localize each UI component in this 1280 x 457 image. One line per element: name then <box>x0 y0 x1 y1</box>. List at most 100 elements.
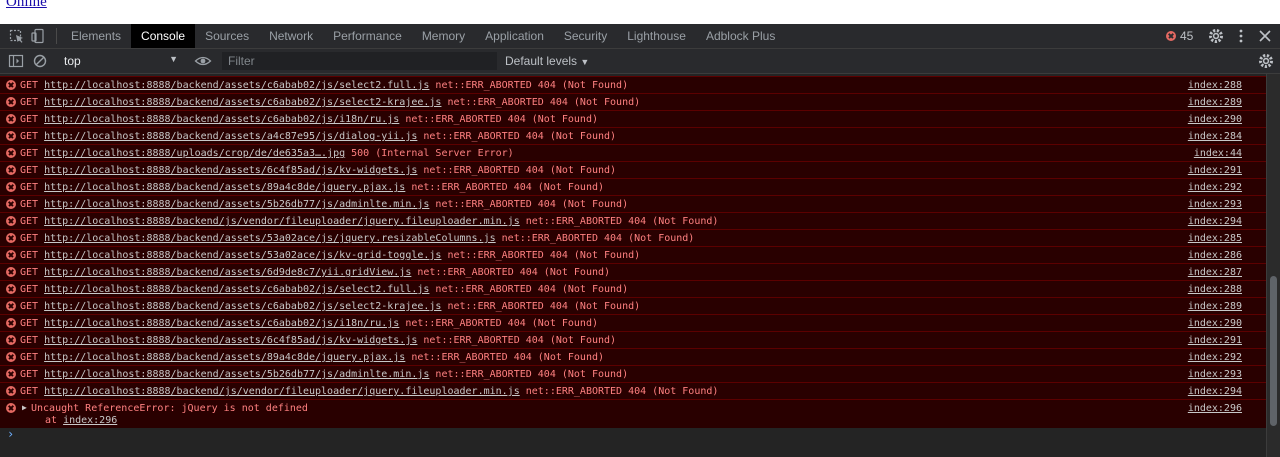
console-error-row: GET http://localhost:8888/backend/assets… <box>0 229 1266 247</box>
settings-gear-icon[interactable] <box>1207 27 1225 45</box>
device-toolbar-icon[interactable] <box>30 27 48 45</box>
request-method: GET <box>20 250 45 261</box>
tab-memory[interactable]: Memory <box>412 24 475 48</box>
uncaught-error-message: Uncaught ReferenceError: jQuery is not d… <box>31 403 308 414</box>
error-icon <box>6 352 16 362</box>
source-link[interactable]: index:294 <box>1188 216 1242 227</box>
request-url-link[interactable]: http://localhost:8888/backend/assets/6d9… <box>44 267 411 278</box>
request-url-link[interactable]: http://localhost:8888/backend/assets/a4c… <box>44 131 417 142</box>
tab-console[interactable]: Console <box>131 24 196 48</box>
source-link[interactable]: index:286 <box>1188 250 1242 261</box>
error-message: GET http://localhost:8888/backend/assets… <box>20 114 598 125</box>
console-error-row: GET http://localhost:8888/backend/assets… <box>0 314 1266 332</box>
stack-at-prefix: at <box>45 415 64 426</box>
request-url-link[interactable]: http://localhost:8888/backend/assets/c6a… <box>44 301 441 312</box>
error-message: GET http://localhost:8888/backend/assets… <box>20 182 604 193</box>
error-count: 45 <box>1180 29 1194 43</box>
error-message: GET http://localhost:8888/backend/js/ven… <box>20 386 718 397</box>
request-status: net::ERR_ABORTED 404 (Not Found) <box>417 131 617 142</box>
log-levels-dropdown[interactable]: Default levels ▼ <box>505 54 589 68</box>
stack-frame-link[interactable]: index:296 <box>63 415 117 426</box>
inspect-element-icon[interactable] <box>8 27 26 45</box>
tab-security[interactable]: Security <box>554 24 617 48</box>
request-url-link[interactable]: http://localhost:8888/uploads/crop/de/de… <box>44 148 345 159</box>
request-url-link[interactable]: http://localhost:8888/backend/assets/53a… <box>44 250 441 261</box>
request-url-link[interactable]: http://localhost:8888/backend/js/vendor/… <box>44 216 520 227</box>
request-status: net::ERR_ABORTED 404 (Not Found) <box>399 114 598 125</box>
source-link[interactable]: index:291 <box>1188 165 1242 176</box>
tab-application[interactable]: Application <box>475 24 554 48</box>
request-url-link[interactable]: http://localhost:8888/backend/assets/53a… <box>44 233 496 244</box>
source-link[interactable]: index:285 <box>1188 233 1242 244</box>
request-url-link[interactable]: http://localhost:8888/backend/assets/c6a… <box>44 80 429 91</box>
source-link[interactable]: index:284 <box>1188 131 1242 142</box>
console-error-row: GET http://localhost:8888/backend/assets… <box>0 195 1266 213</box>
console-prompt[interactable]: › <box>7 427 14 441</box>
source-link[interactable]: index:288 <box>1188 284 1242 295</box>
devtools-tabs: Elements Console Sources Network Perform… <box>61 24 785 48</box>
tab-elements[interactable]: Elements <box>61 24 131 48</box>
console-error-row: GET http://localhost:8888/backend/assets… <box>0 178 1266 196</box>
devtools-panel: Elements Console Sources Network Perform… <box>0 24 1280 457</box>
request-url-link[interactable]: http://localhost:8888/backend/assets/89a… <box>44 352 405 363</box>
source-link[interactable]: index:296 <box>1188 403 1242 414</box>
request-url-link[interactable]: http://localhost:8888/backend/assets/c6a… <box>44 318 399 329</box>
console-error-row: GET http://localhost:8888/backend/assets… <box>0 348 1266 366</box>
source-link[interactable]: index:290 <box>1188 318 1242 329</box>
filter-input[interactable]: Filter <box>222 52 497 70</box>
source-link[interactable]: index:291 <box>1188 335 1242 346</box>
close-icon[interactable] <box>1256 27 1274 45</box>
console-settings-gear-icon[interactable] <box>1257 52 1275 70</box>
request-url-link[interactable]: http://localhost:8888/backend/assets/c6a… <box>44 114 399 125</box>
request-url-link[interactable]: http://localhost:8888/backend/assets/5b2… <box>44 199 429 210</box>
request-url-link[interactable]: http://localhost:8888/backend/js/vendor/… <box>44 386 520 397</box>
source-link[interactable]: index:288 <box>1188 80 1242 91</box>
error-count-badge[interactable]: 45 <box>1166 29 1193 43</box>
console-error-row: GET http://localhost:8888/backend/assets… <box>0 263 1266 281</box>
dropdown-arrow-icon: ▼ <box>169 54 178 64</box>
tab-lighthouse[interactable]: Lighthouse <box>617 24 696 48</box>
error-message: GET http://localhost:8888/backend/assets… <box>20 80 628 91</box>
online-link[interactable]: Online <box>6 0 47 11</box>
request-url-link[interactable]: http://localhost:8888/backend/assets/89a… <box>44 182 405 193</box>
source-link[interactable]: index:292 <box>1188 352 1242 363</box>
more-options-icon[interactable] <box>1232 27 1250 45</box>
console-scrollbar[interactable] <box>1266 74 1280 457</box>
console-error-row: GET http://localhost:8888/backend/assets… <box>0 365 1266 383</box>
tab-performance[interactable]: Performance <box>323 24 412 48</box>
tab-adblock-plus[interactable]: Adblock Plus <box>696 24 785 48</box>
stack-frame: at index:296 <box>45 415 117 426</box>
source-link[interactable]: index:290 <box>1188 114 1242 125</box>
request-url-link[interactable]: http://localhost:8888/backend/assets/c6a… <box>44 284 429 295</box>
source-link[interactable]: index:289 <box>1188 301 1242 312</box>
source-link[interactable]: index:289 <box>1188 97 1242 108</box>
expand-triangle-icon[interactable]: ▶ <box>22 403 27 412</box>
request-status: net::ERR_ABORTED 404 (Not Found) <box>411 267 611 278</box>
clear-console-icon[interactable] <box>31 52 49 70</box>
source-link[interactable]: index:294 <box>1188 386 1242 397</box>
request-url-link[interactable]: http://localhost:8888/backend/assets/5b2… <box>44 369 429 380</box>
request-method: GET <box>20 114 45 125</box>
error-message: GET http://localhost:8888/backend/js/ven… <box>20 216 718 227</box>
request-status: net::ERR_ABORTED 404 (Not Found) <box>417 335 617 346</box>
source-link[interactable]: index:293 <box>1188 369 1242 380</box>
source-link[interactable]: index:44 <box>1194 148 1242 159</box>
scrollbar-thumb[interactable] <box>1270 276 1277 426</box>
error-icon <box>6 80 16 90</box>
error-icon <box>6 318 16 328</box>
source-link[interactable]: index:293 <box>1188 199 1242 210</box>
console-error-row: GET http://localhost:8888/backend/assets… <box>0 331 1266 349</box>
request-url-link[interactable]: http://localhost:8888/backend/assets/6c4… <box>44 165 417 176</box>
tab-sources[interactable]: Sources <box>195 24 259 48</box>
source-link[interactable]: index:287 <box>1188 267 1242 278</box>
context-selector[interactable]: top ▼ <box>58 49 186 73</box>
show-sidebar-icon[interactable] <box>7 52 25 70</box>
request-method: GET <box>20 131 45 142</box>
tab-network[interactable]: Network <box>259 24 323 48</box>
request-url-link[interactable]: http://localhost:8888/backend/assets/6c4… <box>44 335 417 346</box>
console-error-row: GET http://localhost:8888/backend/assets… <box>0 76 1266 94</box>
source-link[interactable]: index:292 <box>1188 182 1242 193</box>
request-status: net::ERR_ABORTED 404 (Not Found) <box>441 250 641 261</box>
request-url-link[interactable]: http://localhost:8888/backend/assets/c6a… <box>44 97 441 108</box>
live-expression-eye-icon[interactable] <box>194 52 212 70</box>
